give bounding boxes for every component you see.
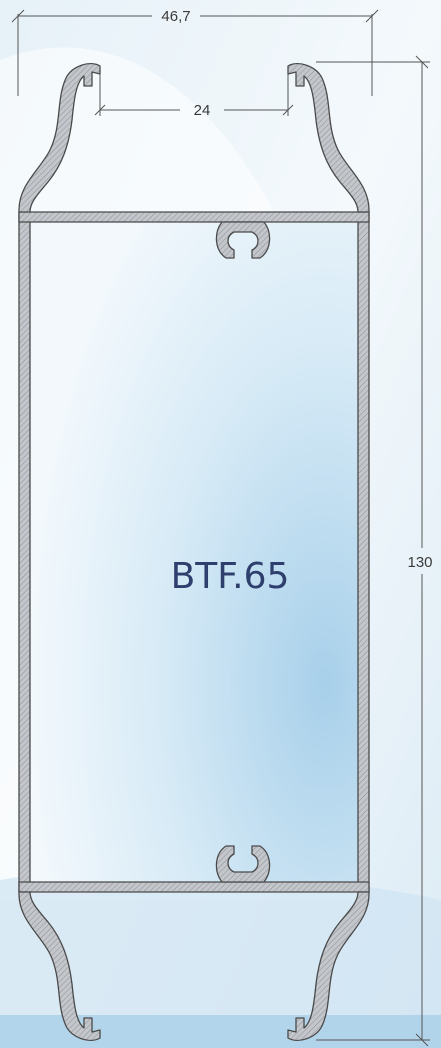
dim-height-label: 130 (407, 554, 432, 571)
right-wall (357, 211, 370, 893)
bottom-crossbar (18, 881, 370, 893)
dim-width-label: 46,7 (161, 8, 190, 25)
glass-panel (30, 222, 358, 882)
technical-drawing: 46,7 24 130 BTF.65 (0, 0, 441, 1048)
top-crossbar (18, 211, 370, 223)
drawing-canvas: 46,7 24 130 BTF.65 (0, 0, 441, 1048)
left-wall (18, 211, 31, 893)
dim-opening-label: 24 (194, 102, 211, 119)
product-code-label: BTF.65 (171, 556, 290, 597)
